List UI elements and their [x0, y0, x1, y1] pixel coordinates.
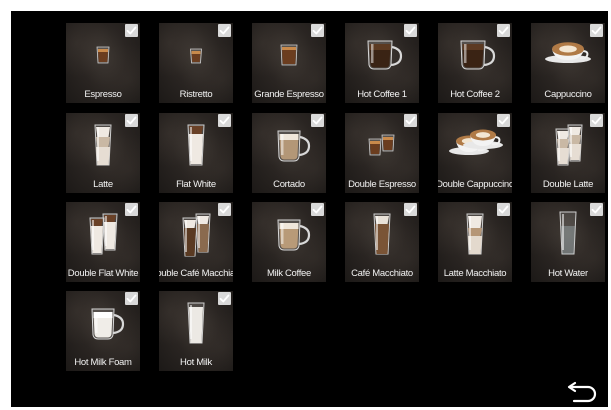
checkbox-checked-icon[interactable]: [311, 203, 324, 216]
drink-label: Double Latte: [542, 179, 594, 190]
drink-grid: Espresso Ristretto Grande Espresso Hot Coff…: [66, 23, 606, 378]
drink-tile[interactable]: Hot Milk Foam: [66, 291, 140, 371]
drink-tile[interactable]: Double Latte: [531, 113, 605, 193]
checkbox-checked-icon[interactable]: [404, 114, 417, 127]
coffee-mug-icon: [460, 40, 496, 70]
drink-tile[interactable]: Ristretto: [159, 23, 233, 103]
flat-white-glass-icon: [187, 124, 205, 166]
drink-tile[interactable]: Double Café Macchiato: [159, 202, 233, 282]
drink-label: Café Macchiato: [351, 268, 413, 279]
drink-tile[interactable]: Hot Coffee 2: [438, 23, 512, 103]
checkbox-checked-icon[interactable]: [125, 24, 138, 37]
drink-label: Double Cappuccino: [438, 179, 512, 190]
back-arrow-icon: [567, 381, 597, 403]
drink-label: Hot Coffee 2: [450, 89, 500, 100]
checkbox-checked-icon[interactable]: [218, 24, 231, 37]
double-espresso-cups-icon: [368, 134, 395, 156]
checkbox-checked-icon[interactable]: [218, 203, 231, 216]
drink-tile[interactable]: Hot Coffee 1: [345, 23, 419, 103]
drink-label: Double Flat White: [67, 268, 139, 279]
grande-espresso-cup-icon: [280, 44, 298, 66]
double-flat-white-glasses-icon: [89, 213, 118, 255]
checkbox-checked-icon[interactable]: [497, 203, 510, 216]
drink-label: Latte: [93, 179, 113, 190]
latte-macchiato-glass-icon: [466, 213, 484, 255]
drink-tile[interactable]: Cappuccino: [531, 23, 605, 103]
milk-coffee-mug-icon: [277, 219, 311, 251]
checkbox-checked-icon[interactable]: [497, 24, 510, 37]
back-button[interactable]: [564, 381, 600, 405]
checkbox-checked-icon[interactable]: [125, 114, 138, 127]
coffee-mug-icon: [367, 40, 403, 70]
checkbox-checked-icon[interactable]: [404, 203, 417, 216]
latte-glass-icon: [94, 124, 112, 166]
drink-tile[interactable]: Hot Milk: [159, 291, 233, 371]
drink-label: Milk Coffee: [266, 268, 312, 279]
drink-label: Double Café Macchiato: [159, 268, 233, 279]
drink-tile[interactable]: Latte Macchiato: [438, 202, 512, 282]
drink-tile[interactable]: Hot Water: [531, 202, 605, 282]
checkbox-checked-icon[interactable]: [125, 203, 138, 216]
drink-label: Latte Macchiato: [443, 268, 507, 279]
milk-foam-mug-icon: [91, 308, 125, 340]
drink-tile[interactable]: Double Cappuccino: [438, 113, 512, 193]
drink-label: Hot Milk: [180, 357, 212, 368]
espresso-cup-icon: [96, 46, 110, 64]
double-macchiato-glasses-icon: [182, 213, 211, 257]
drink-label: Hot Water: [548, 268, 588, 279]
drink-label: Grande Espresso: [254, 89, 324, 100]
double-cappuccino-cups-icon: [449, 129, 503, 155]
checkbox-checked-icon[interactable]: [311, 114, 324, 127]
drink-label: Cortado: [273, 179, 305, 190]
drink-tile[interactable]: Café Macchiato: [345, 202, 419, 282]
drink-selection-screen: Espresso Ristretto Grande Espresso Hot Coff…: [11, 11, 608, 407]
checkbox-checked-icon[interactable]: [590, 24, 603, 37]
drink-label: Double Espresso: [348, 179, 416, 190]
drink-tile[interactable]: Double Flat White: [66, 202, 140, 282]
checkbox-checked-icon[interactable]: [218, 114, 231, 127]
drink-label: Hot Coffee 1: [357, 89, 407, 100]
checkbox-checked-icon[interactable]: [590, 114, 603, 127]
cortado-glass-icon: [277, 130, 311, 162]
drink-tile[interactable]: Milk Coffee: [252, 202, 326, 282]
double-latte-glasses-icon: [555, 124, 583, 166]
ristretto-cup-icon: [190, 48, 202, 64]
drink-tile[interactable]: Cortado: [252, 113, 326, 193]
drink-tile[interactable]: Grande Espresso: [252, 23, 326, 103]
drink-tile[interactable]: Espresso: [66, 23, 140, 103]
drink-tile[interactable]: Flat White: [159, 113, 233, 193]
cappuccino-cup-icon: [545, 42, 591, 63]
drink-label: Cappuccino: [544, 89, 592, 100]
checkbox-checked-icon[interactable]: [497, 114, 510, 127]
drink-label: Flat White: [176, 179, 216, 190]
drink-label: Ristretto: [179, 89, 213, 100]
drink-label: Hot Milk Foam: [74, 357, 132, 368]
checkbox-checked-icon[interactable]: [125, 292, 138, 305]
checkbox-checked-icon[interactable]: [218, 292, 231, 305]
drink-tile[interactable]: Latte: [66, 113, 140, 193]
checkbox-checked-icon[interactable]: [311, 24, 324, 37]
hot-water-glass-icon: [559, 211, 577, 255]
drink-label: Espresso: [84, 89, 122, 100]
checkbox-checked-icon[interactable]: [590, 203, 603, 216]
cafe-macchiato-glass-icon: [373, 213, 391, 255]
hot-milk-glass-icon: [187, 302, 205, 344]
drink-tile[interactable]: Double Espresso: [345, 113, 419, 193]
checkbox-checked-icon[interactable]: [404, 24, 417, 37]
